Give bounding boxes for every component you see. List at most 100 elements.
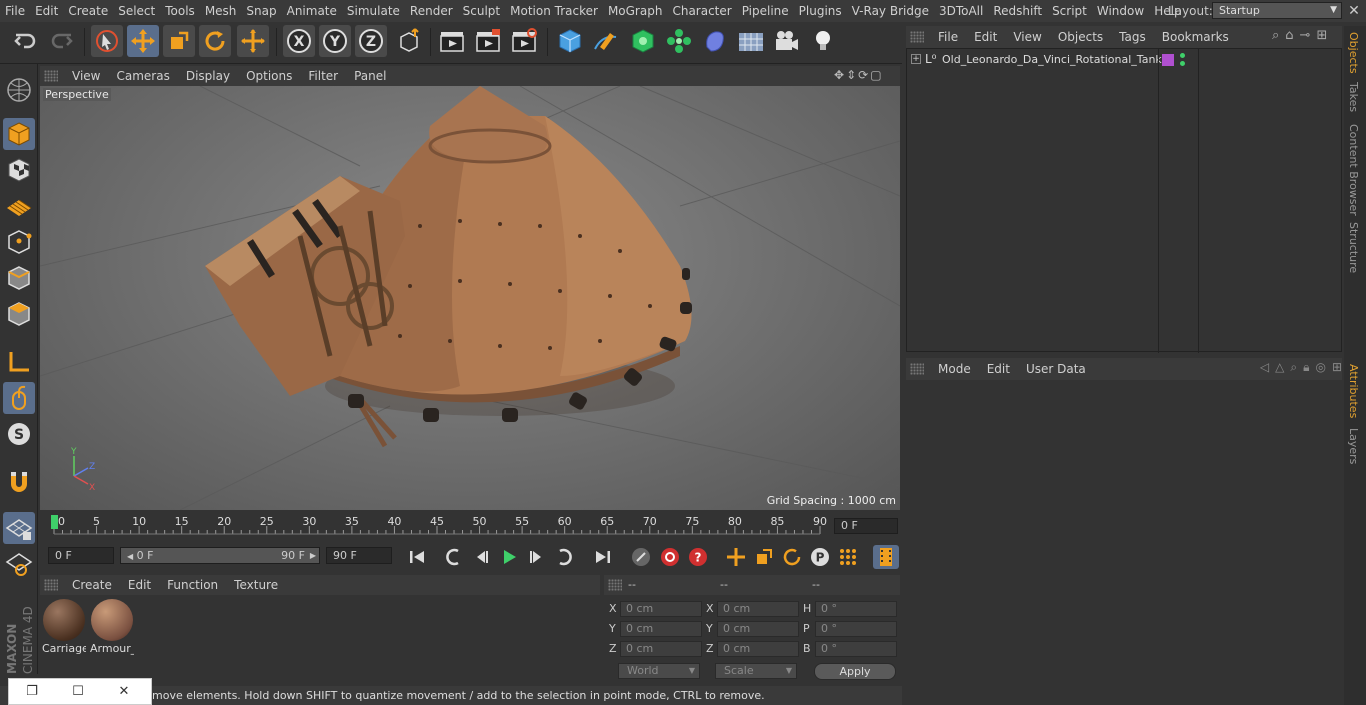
menu-motion-tracker[interactable]: Motion Tracker (505, 0, 603, 22)
menu-3dtoall[interactable]: 3DToAll (934, 0, 988, 22)
size-z-field[interactable]: 0 cm (717, 641, 799, 657)
menu-pipeline[interactable]: Pipeline (737, 0, 794, 22)
rotate-tool-button[interactable] (199, 25, 231, 57)
close-icon[interactable]: ✕ (1345, 2, 1363, 20)
menu-mesh[interactable]: Mesh (200, 0, 242, 22)
menu-script[interactable]: Script (1047, 0, 1092, 22)
maximize-icon[interactable]: ☐ (55, 684, 101, 699)
material-swatch[interactable]: Carriage (42, 598, 86, 656)
menu-select[interactable]: Select (113, 0, 160, 22)
size-x-field[interactable]: 0 cm (717, 601, 799, 617)
deformer-button[interactable] (699, 25, 731, 57)
polygon-mode-button[interactable] (3, 298, 35, 330)
attribute-menu-user-data[interactable]: User Data (1018, 362, 1094, 376)
workplane-snap-button[interactable] (3, 512, 35, 544)
live-selection-button[interactable] (91, 25, 123, 57)
end-frame-field[interactable]: 90 F (326, 547, 392, 564)
axis-mode-button[interactable] (3, 346, 35, 378)
playhead[interactable] (51, 515, 58, 529)
start-frame-field[interactable]: 0 F (48, 547, 114, 564)
object-menu-bookmarks[interactable]: Bookmarks (1154, 30, 1237, 44)
menu-plugins[interactable]: Plugins (794, 0, 847, 22)
menu-v-ray-bridge[interactable]: V-Ray Bridge (847, 0, 934, 22)
viewport-camera-label[interactable]: Perspective (43, 88, 111, 101)
menu-file[interactable]: File (0, 0, 30, 22)
object-menu-tags[interactable]: Tags (1111, 30, 1154, 44)
object-menu-view[interactable]: View (1005, 30, 1049, 44)
key-position-button[interactable] (723, 545, 749, 569)
key-parameter-button[interactable]: P (807, 545, 833, 569)
position-y-field[interactable]: 0 cm (620, 621, 702, 637)
render-visibility-dot[interactable] (1180, 61, 1185, 66)
menu-sculpt[interactable]: Sculpt (458, 0, 505, 22)
z-axis-lock-button[interactable]: Z (355, 25, 387, 57)
current-frame-field[interactable]: 0 F (834, 518, 898, 534)
apply-button[interactable]: Apply (814, 663, 896, 680)
menu-animate[interactable]: Animate (282, 0, 342, 22)
new-panel-icon[interactable]: ⊞ (1316, 28, 1327, 46)
y-axis-lock-button[interactable]: Y (319, 25, 351, 57)
up-arrow-icon[interactable]: △ (1275, 360, 1284, 378)
subdivision-surface-button[interactable] (627, 25, 659, 57)
tab-layers[interactable]: Layers (1347, 428, 1360, 464)
material-menu-function[interactable]: Function (159, 578, 226, 592)
undo-button[interactable] (10, 25, 42, 57)
go-to-end-button[interactable] (590, 545, 616, 569)
search-icon[interactable]: ⌕ (1272, 28, 1279, 46)
floor-environment-button[interactable] (735, 25, 767, 57)
frame-range-slider[interactable]: ◀ 0 F 90 F ▶ (120, 547, 320, 564)
menu-render[interactable]: Render (405, 0, 458, 22)
render-settings-button[interactable] (508, 25, 540, 57)
expand-icon[interactable]: + (911, 54, 921, 64)
tab-attributes[interactable]: Attributes (1347, 364, 1360, 418)
cloner-button[interactable] (663, 25, 695, 57)
link-icon[interactable]: ⊸ (1300, 28, 1311, 46)
material-menu-edit[interactable]: Edit (120, 578, 159, 592)
coordinate-space-select[interactable]: World ▼ (618, 663, 700, 679)
camera-button[interactable] (771, 25, 803, 57)
timeline-ruler[interactable]: 0 5 10 15 20 25 30 35 40 45 50 55 60 65 70 75 80 85 90 (48, 512, 828, 542)
render-picture-viewer-button[interactable] (472, 25, 504, 57)
rotation-h-field[interactable]: 0 ° (815, 601, 897, 617)
point-mode-button[interactable] (3, 226, 35, 258)
tweak-mode-button[interactable] (3, 382, 35, 414)
timeline-window-button[interactable] (873, 545, 899, 569)
size-y-field[interactable]: 0 cm (717, 621, 799, 637)
menu-snap[interactable]: Snap (241, 0, 281, 22)
layer-color-tag[interactable] (1162, 54, 1174, 66)
viewport-menu-panel[interactable]: Panel (346, 69, 394, 83)
go-to-start-button[interactable] (404, 545, 430, 569)
coordinate-system-button[interactable] (393, 25, 425, 57)
panel-grip[interactable] (910, 363, 924, 375)
workplane-mode-button[interactable] (3, 190, 35, 222)
render-view-button[interactable] (436, 25, 468, 57)
tab-structure[interactable]: Structure (1347, 222, 1360, 273)
play-button[interactable] (496, 545, 522, 569)
object-menu-objects[interactable]: Objects (1050, 30, 1111, 44)
material-menu-texture[interactable]: Texture (226, 578, 286, 592)
x-axis-lock-button[interactable]: X (283, 25, 315, 57)
panel-grip[interactable] (44, 579, 58, 591)
layout-select[interactable]: Startup ▼ (1212, 2, 1342, 19)
scale-tool-button[interactable] (163, 25, 195, 57)
orbit-icon[interactable]: ⟳ (858, 68, 868, 84)
menu-simulate[interactable]: Simulate (342, 0, 405, 22)
next-frame-button[interactable] (524, 545, 550, 569)
object-row[interactable]: + L⁰ Old_Leonardo_Da_Vinci_Rotational_Ta… (907, 51, 1343, 71)
keyframe-selection-button[interactable]: ? (685, 545, 711, 569)
viewport-menu-cameras[interactable]: Cameras (108, 69, 177, 83)
viewport-menu-options[interactable]: Options (238, 69, 300, 83)
make-editable-button[interactable] (3, 74, 35, 106)
menu-tools[interactable]: Tools (160, 0, 200, 22)
search-icon[interactable]: ⌕ (1290, 360, 1297, 378)
cube-primitive-button[interactable] (554, 25, 586, 57)
viewport-menu-display[interactable]: Display (178, 69, 238, 83)
object-menu-edit[interactable]: Edit (966, 30, 1005, 44)
key-scale-button[interactable] (751, 545, 777, 569)
home-icon[interactable]: ⌂ (1285, 28, 1293, 46)
object-name[interactable]: Old_Leonardo_Da_Vinci_Rotational_Tank (942, 53, 1162, 66)
menu-window[interactable]: Window (1092, 0, 1149, 22)
panel-grip[interactable] (910, 31, 924, 43)
attribute-menu-mode[interactable]: Mode (930, 362, 979, 376)
restore-icon[interactable]: ❐ (9, 684, 55, 699)
